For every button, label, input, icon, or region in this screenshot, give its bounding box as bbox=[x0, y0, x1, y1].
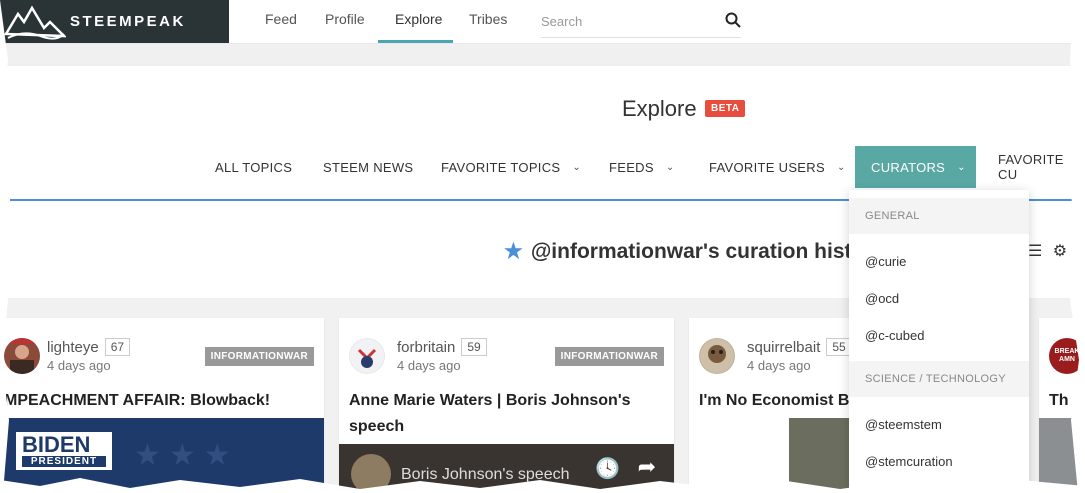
post-thumbnail[interactable]: BIDEN PRESIDENT ★★★ bbox=[0, 418, 324, 493]
author-name[interactable]: lighteye bbox=[47, 339, 99, 356]
video-title: Boris Johnson's speech bbox=[401, 466, 570, 483]
curator-item-steemstem[interactable]: @steemstem bbox=[849, 405, 1029, 442]
curator-item-ocd[interactable]: @ocd bbox=[849, 279, 1029, 316]
nav-tribes[interactable]: Tribes bbox=[469, 11, 507, 27]
reputation-badge: 67 bbox=[104, 338, 131, 356]
page-title: Explore bbox=[622, 96, 697, 121]
nav-explore[interactable]: Explore bbox=[395, 11, 442, 27]
post-author: lighteye 67 bbox=[47, 338, 131, 356]
explore-tabs: ALL TOPICS STEEM NEWS FAVORITE TOPICS ⌄ F… bbox=[0, 146, 1085, 188]
curator-item-curie[interactable]: @curie bbox=[849, 242, 1029, 279]
tab-label: CURATORS bbox=[871, 159, 946, 175]
clock-icon[interactable]: 🕓 bbox=[595, 456, 620, 481]
tab-feeds[interactable]: FEEDS ⌄ bbox=[609, 146, 675, 188]
tab-curators[interactable]: CURATORS ⌄ bbox=[855, 146, 976, 188]
post-tag[interactable]: INFORMATIONWAR bbox=[204, 347, 314, 366]
tab-all-topics[interactable]: ALL TOPICS bbox=[215, 146, 292, 188]
post-thumbnail[interactable]: Boris Johnson's speech 🕓 ➦ bbox=[339, 444, 674, 493]
beta-badge: BETA bbox=[705, 100, 746, 117]
logo-text: STEEMPEAK bbox=[70, 13, 186, 30]
video-avatar bbox=[351, 454, 391, 493]
curation-heading: ★ @informationwar's curation histor bbox=[504, 239, 873, 264]
post-title-line: I'm No Economist B bbox=[699, 392, 850, 409]
list-view-icon[interactable]: ☰ bbox=[1028, 243, 1042, 260]
post-card[interactable]: forbritain 59 4 days ago INFORMATIONWAR … bbox=[339, 318, 674, 493]
tab-label: FEEDS bbox=[609, 159, 654, 175]
stars-decoration: ★★★ bbox=[134, 439, 239, 472]
tab-favorite-users[interactable]: FAVORITE USERS ⌄ bbox=[709, 146, 846, 188]
post-time: 4 days ago bbox=[397, 358, 461, 373]
post-author: squirrelbait 55 bbox=[747, 338, 852, 356]
tab-label: FAVORITE TOPICS bbox=[441, 159, 561, 175]
curation-title-text: @informationwar's curation histor bbox=[530, 240, 873, 263]
tab-label: FAVORITE USERS bbox=[709, 159, 825, 175]
post-time: 4 days ago bbox=[747, 358, 811, 373]
post-title[interactable]: MPEACHMENT AFFAIR: Blowback! bbox=[4, 388, 270, 414]
tab-label: FAVORITE CU bbox=[998, 152, 1064, 182]
avatar[interactable] bbox=[699, 338, 735, 374]
chevron-down-icon: ⌄ bbox=[836, 161, 846, 173]
tab-steem-news[interactable]: STEEM NEWS bbox=[323, 146, 413, 188]
thumbnail-sign: BIDEN PRESIDENT bbox=[14, 430, 114, 472]
dropdown-group-general: GENERAL bbox=[849, 198, 1029, 234]
thumbnail-text: BIDEN bbox=[22, 432, 91, 457]
star-icon[interactable]: ★ bbox=[504, 240, 523, 263]
chevron-down-icon: ⌄ bbox=[572, 161, 582, 173]
post-title-line: MPEACHMENT AFFAIR: Blowback! bbox=[4, 392, 271, 409]
view-tools: ☰ ⚙ bbox=[1028, 241, 1067, 261]
tab-favorite-curators[interactable]: FAVORITE CU bbox=[998, 146, 1085, 188]
reputation-badge: 59 bbox=[461, 338, 487, 356]
nav-separator-strip bbox=[0, 44, 1085, 66]
post-tag[interactable]: INFORMATIONWAR bbox=[554, 347, 664, 366]
post-time: 4 days ago bbox=[47, 358, 111, 373]
tab-label: ALL TOPICS bbox=[215, 159, 293, 175]
search-icon[interactable] bbox=[725, 12, 741, 28]
post-title[interactable]: Th bbox=[1049, 388, 1069, 414]
chevron-down-icon: ⌄ bbox=[957, 161, 966, 173]
author-name[interactable]: forbritain bbox=[397, 339, 455, 356]
avatar[interactable] bbox=[349, 338, 385, 374]
post-title-line: speech bbox=[349, 418, 405, 435]
steempeak-logo[interactable]: STEEMPEAK bbox=[0, 0, 229, 43]
mountain-logo-icon bbox=[4, 5, 66, 40]
post-title[interactable]: Anne Marie Waters | Boris Johnson's spee… bbox=[349, 388, 631, 440]
post-card[interactable]: BREAK AMN Th bbox=[1039, 318, 1085, 493]
author-name[interactable]: squirrelbait bbox=[747, 339, 820, 356]
gear-icon[interactable]: ⚙ bbox=[1053, 243, 1067, 260]
nav-active-underline bbox=[378, 40, 453, 43]
search-box bbox=[541, 8, 741, 38]
nav-feed[interactable]: Feed bbox=[265, 11, 297, 27]
reputation-badge: 55 bbox=[826, 338, 852, 356]
post-title[interactable]: I'm No Economist B bbox=[699, 388, 849, 414]
avatar[interactable]: BREAK AMN bbox=[1049, 338, 1085, 374]
tab-favorite-topics[interactable]: FAVORITE TOPICS ⌄ bbox=[441, 146, 581, 188]
top-navbar: STEEMPEAK Feed Profile Explore Tribes bbox=[0, 0, 1085, 44]
avatar[interactable] bbox=[4, 338, 40, 374]
post-author: forbritain 59 bbox=[397, 338, 487, 356]
nav-profile[interactable]: Profile bbox=[325, 11, 365, 27]
post-card[interactable]: lighteye 67 4 days ago INFORMATIONWAR MP… bbox=[0, 318, 324, 493]
curator-item-stemcuration[interactable]: @stemcuration bbox=[849, 442, 1029, 479]
chevron-down-icon: ⌄ bbox=[665, 161, 675, 173]
share-icon[interactable]: ➦ bbox=[638, 454, 656, 480]
curators-dropdown: GENERAL @curie @ocd @c-cubed SCIENCE / T… bbox=[849, 190, 1029, 493]
dropdown-group-science-technology: SCIENCE / TECHNOLOGY bbox=[849, 361, 1029, 397]
post-title-line: Anne Marie Waters | Boris Johnson's bbox=[349, 392, 631, 409]
post-thumbnail[interactable] bbox=[1039, 418, 1085, 493]
thumbnail-subtext: PRESIDENT bbox=[22, 456, 106, 467]
avatar-text: BREAK AMN bbox=[1054, 348, 1080, 363]
search-input[interactable] bbox=[541, 8, 711, 34]
post-title-line: Th bbox=[1049, 392, 1069, 409]
curator-item-c-cubed[interactable]: @c-cubed bbox=[849, 316, 1029, 353]
tab-label: STEEM NEWS bbox=[323, 159, 414, 175]
